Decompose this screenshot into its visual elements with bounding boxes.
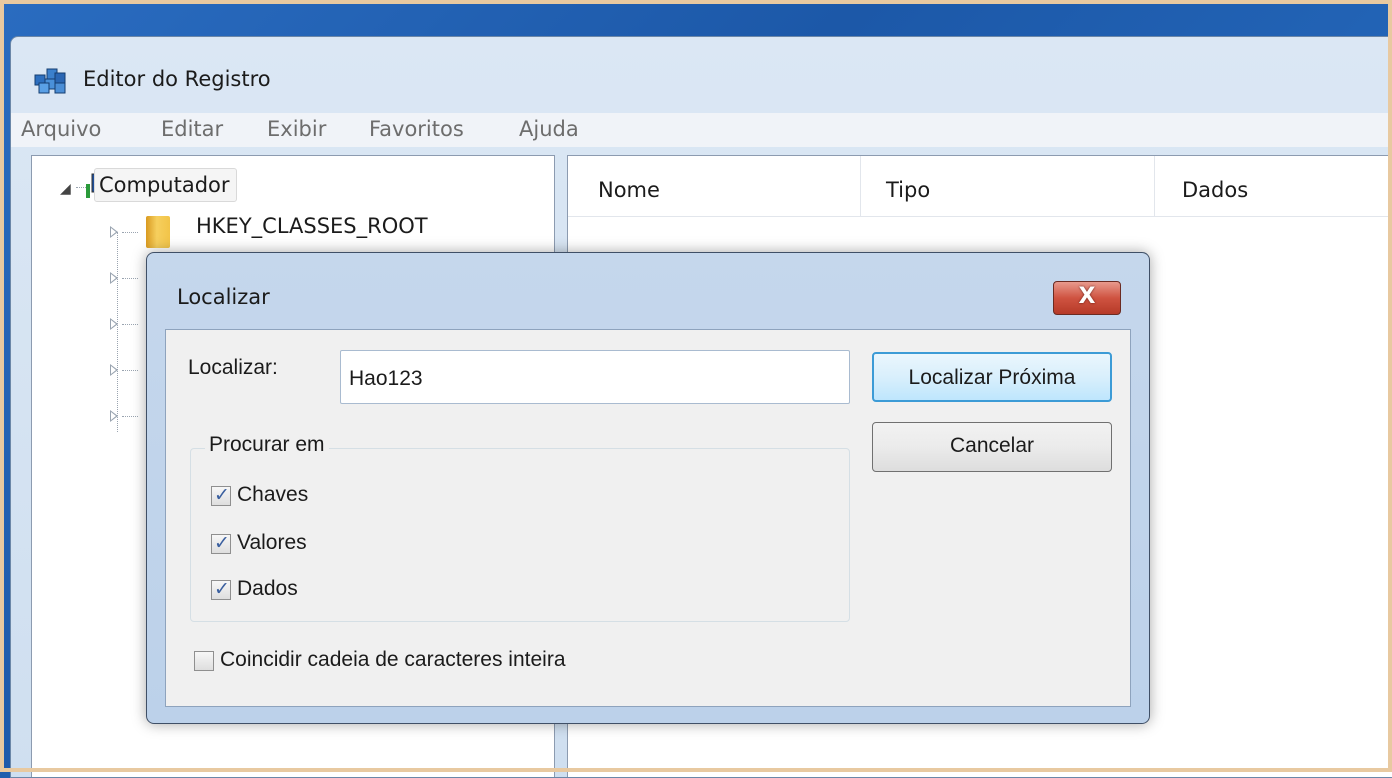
menu-favoritos[interactable]: Favoritos	[369, 117, 464, 141]
menu-ajuda[interactable]: Ajuda	[519, 117, 579, 141]
dados-checkbox[interactable]	[211, 578, 231, 600]
tree-vertical-connector	[117, 232, 119, 432]
tree-connector	[122, 232, 138, 234]
checkbox-row-match-whole[interactable]: Coincidir cadeia de caracteres inteira	[194, 648, 674, 678]
match-whole-label[interactable]: Coincidir cadeia de caracteres inteira	[220, 648, 566, 672]
menu-bar: Arquivo Editar Exibir Favoritos Ajuda	[11, 113, 1392, 147]
dialog-body: Localizar: Localizar Próxima Cancelar Pr…	[165, 329, 1131, 707]
tree-connector	[122, 278, 138, 280]
tree-connector	[76, 187, 86, 189]
menu-editar[interactable]: Editar	[161, 117, 223, 141]
dialog-title: Localizar	[177, 285, 270, 309]
column-header-dados[interactable]: Dados	[1182, 178, 1248, 216]
valores-label[interactable]: Valores	[237, 531, 307, 555]
menu-arquivo[interactable]: Arquivo	[21, 117, 101, 141]
checkbox-row-chaves[interactable]: Chaves	[211, 483, 411, 513]
expanded-arrow-icon[interactable]: ◢	[60, 180, 71, 197]
close-icon[interactable]: X	[1054, 284, 1120, 309]
close-button[interactable]: X	[1053, 281, 1121, 315]
folder-icon	[146, 216, 170, 248]
registry-editor-icon	[34, 68, 66, 94]
title-bar: Editor do Registro	[11, 37, 1392, 109]
find-label: Localizar:	[188, 356, 278, 379]
find-next-button[interactable]: Localizar Próxima	[872, 352, 1112, 402]
tree-label-computador[interactable]: Computador	[94, 168, 237, 202]
tree-connector	[122, 416, 138, 418]
search-in-group: Procurar em Chaves Valores Dados	[190, 433, 850, 622]
chaves-label[interactable]: Chaves	[237, 483, 308, 507]
column-header-nome[interactable]: Nome	[598, 178, 660, 216]
cancel-button[interactable]: Cancelar	[872, 422, 1112, 472]
tree-connector	[122, 370, 138, 372]
tree-connector	[122, 324, 138, 326]
menu-exibir[interactable]: Exibir	[267, 117, 326, 141]
tree-label-hkey-classes-root[interactable]: HKEY_CLASSES_ROOT	[196, 214, 428, 238]
group-label: Procurar em	[205, 433, 329, 457]
dados-label[interactable]: Dados	[237, 577, 298, 601]
window-title: Editor do Registro	[83, 67, 271, 91]
list-header: Nome Tipo Dados	[568, 156, 1392, 217]
match-whole-checkbox[interactable]	[194, 651, 214, 671]
checkbox-row-valores[interactable]: Valores	[211, 531, 411, 561]
find-dialog: Localizar X Localizar: Localizar Próxima…	[146, 252, 1150, 724]
valores-checkbox[interactable]	[211, 532, 231, 554]
checkbox-row-dados[interactable]: Dados	[211, 577, 411, 607]
chaves-checkbox[interactable]	[211, 484, 231, 506]
find-input[interactable]	[340, 350, 850, 404]
column-header-tipo[interactable]: Tipo	[886, 178, 930, 216]
column-divider[interactable]	[1154, 156, 1155, 216]
column-divider[interactable]	[860, 156, 861, 216]
